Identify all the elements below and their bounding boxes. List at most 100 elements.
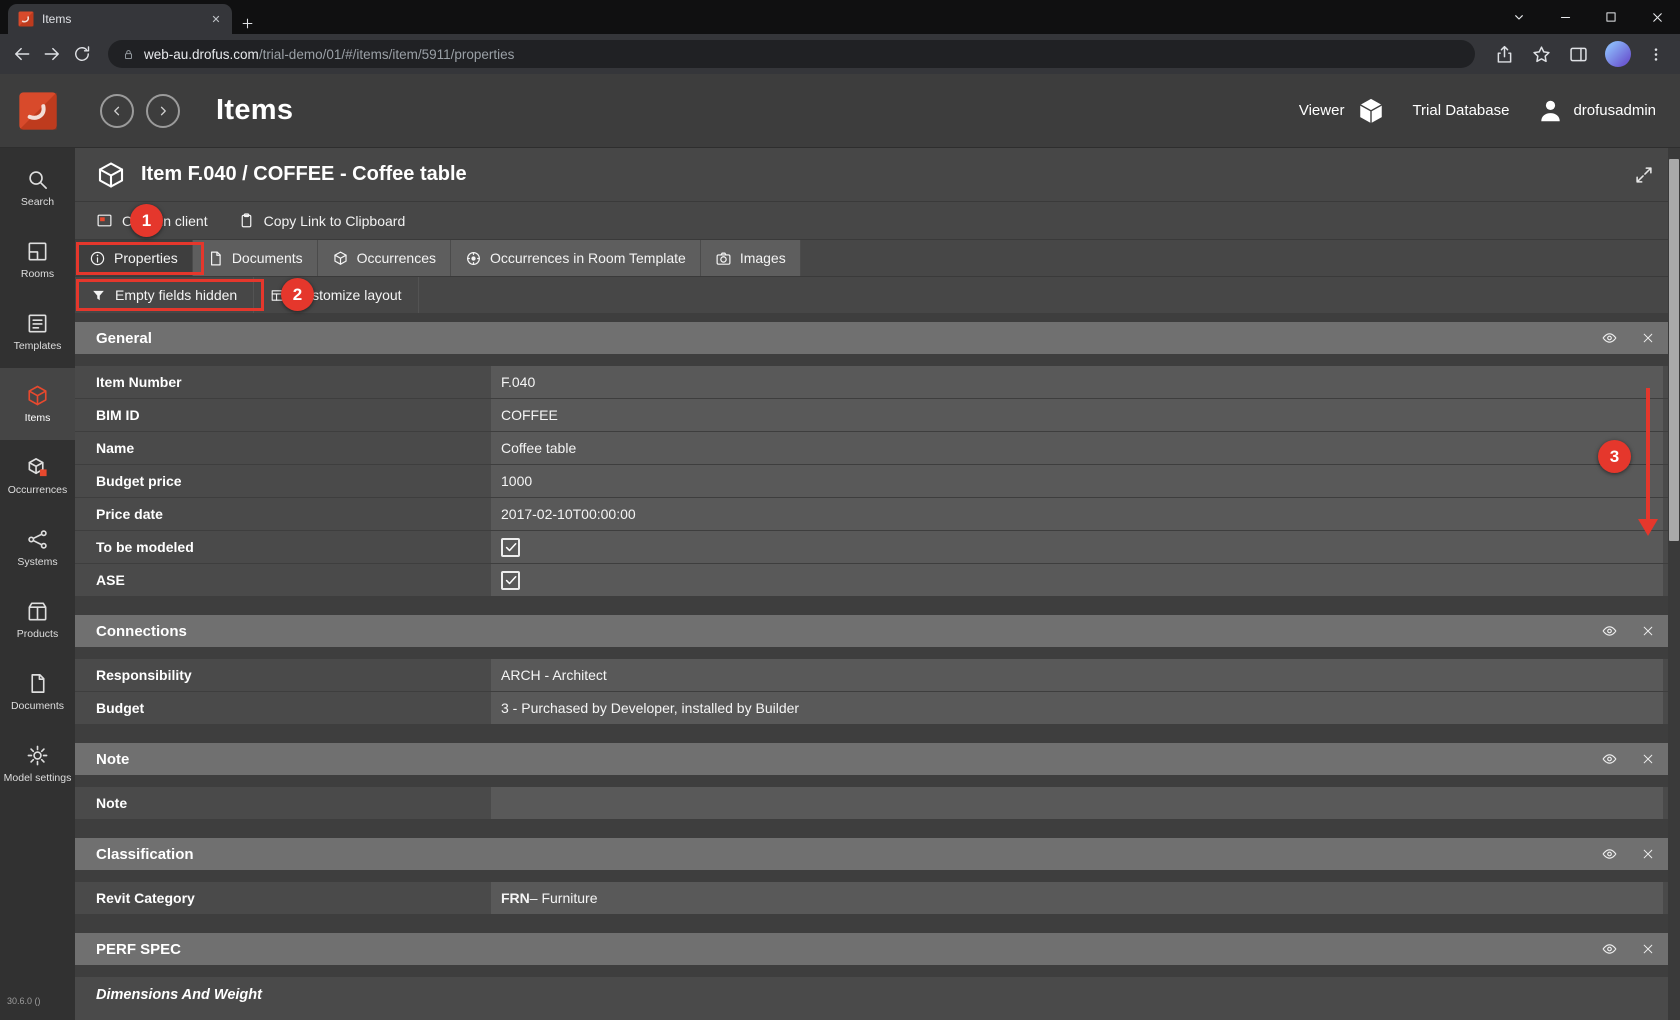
section-general: General Item Number F.040 BIM ID COFFEE … — [75, 322, 1680, 597]
section-title: General — [96, 330, 152, 347]
field-value[interactable]: COFFEE — [491, 399, 1663, 431]
field-label: BIM ID — [75, 407, 491, 423]
field-value[interactable] — [491, 564, 1663, 596]
field-value[interactable] — [491, 787, 1663, 819]
sidebar-item-templates[interactable]: Templates — [0, 296, 75, 368]
section-title: Connections — [96, 623, 187, 640]
tab-title: Items — [42, 12, 200, 26]
field-row-to-be-modeled: To be modeled — [75, 531, 1680, 564]
sidebar-item-systems[interactable]: Systems — [0, 512, 75, 584]
field-value[interactable]: FRN – Furniture — [491, 882, 1663, 914]
eye-icon[interactable] — [1599, 751, 1620, 767]
maximize-button[interactable] — [1588, 0, 1634, 34]
close-section-icon[interactable] — [1641, 942, 1655, 956]
maximize-icon — [1604, 10, 1618, 24]
field-value[interactable]: Coffee table — [491, 432, 1663, 464]
eye-icon[interactable] — [1599, 941, 1620, 957]
close-section-icon[interactable] — [1641, 331, 1655, 345]
sections: General Item Number F.040 BIM ID COFFEE … — [75, 322, 1680, 1020]
sidebar-item-label: Templates — [14, 340, 62, 352]
fullscreen-icon[interactable] — [1633, 164, 1655, 186]
browser-tab[interactable]: Items ✕ — [8, 4, 232, 34]
field-value[interactable]: 2017-02-10T00:00:00 — [491, 498, 1663, 530]
sidebar-item-documents[interactable]: Documents — [0, 656, 75, 728]
section-rows: Responsibility ARCH - Architect Budget 3… — [75, 659, 1680, 725]
tab-images[interactable]: Images — [701, 240, 801, 276]
address-bar[interactable]: web-au.drofus.com/trial-demo/01/#/items/… — [108, 40, 1475, 68]
section-header: Note — [75, 743, 1680, 775]
field-value[interactable]: 1000 — [491, 465, 1663, 497]
field-value[interactable]: 3 - Purchased by Developer, installed by… — [491, 692, 1663, 724]
browser-menu-icon[interactable] — [1647, 44, 1665, 65]
annotation-step-1: 1 — [130, 204, 163, 237]
scrollbar-thumb[interactable] — [1669, 159, 1679, 541]
section-icons — [1599, 846, 1655, 862]
tab-occurrences-in-room-template[interactable]: Occurrences in Room Template — [451, 240, 701, 276]
back-button[interactable] — [10, 42, 34, 66]
rooms-icon — [26, 240, 49, 263]
tab-documents[interactable]: Documents — [193, 240, 318, 276]
database-name[interactable]: Trial Database — [1412, 102, 1509, 119]
section-title: Note — [96, 751, 129, 768]
copy-link-to-clipboard-button[interactable]: Copy Link to Clipboard — [238, 212, 406, 229]
field-label: Budget — [75, 700, 491, 716]
field-row-budget-price: Budget price 1000 — [75, 465, 1680, 498]
checkbox-to-be-modeled[interactable] — [501, 538, 520, 557]
sidebar-item-products[interactable]: Products — [0, 584, 75, 656]
sidebar-item-items[interactable]: Items — [0, 368, 75, 440]
tab-close-icon[interactable]: ✕ — [208, 11, 224, 27]
bookmark-star-icon[interactable] — [1531, 44, 1552, 65]
field-value[interactable]: F.040 — [491, 366, 1663, 398]
annotation-step-3: 3 — [1598, 440, 1631, 473]
username[interactable]: drofusadmin — [1573, 102, 1656, 119]
profile-avatar[interactable] — [1605, 41, 1631, 67]
share-icon[interactable] — [1494, 44, 1515, 65]
viewer-cube-icon[interactable] — [1356, 96, 1386, 126]
close-window-button[interactable] — [1634, 0, 1680, 34]
sidebar-item-label: Occurrences — [8, 484, 68, 496]
tab-occurrences[interactable]: Occurrences — [318, 240, 451, 276]
url-path: /trial-demo/01/#/items/item/5911/propert… — [259, 47, 515, 62]
drofus-logo[interactable] — [18, 91, 58, 131]
sidebar-item-rooms[interactable]: Rooms — [0, 224, 75, 296]
section-icons — [1599, 751, 1655, 767]
field-label: Note — [75, 795, 491, 811]
scrollbar-track[interactable] — [1668, 148, 1680, 1020]
eye-icon[interactable] — [1599, 330, 1620, 346]
app-back-button[interactable] — [100, 94, 134, 128]
field-value[interactable] — [491, 531, 1663, 563]
close-section-icon[interactable] — [1641, 752, 1655, 766]
tab-search-chevron-icon[interactable] — [1496, 0, 1542, 34]
browser-toolbar: web-au.drofus.com/trial-demo/01/#/items/… — [0, 34, 1680, 74]
close-section-icon[interactable] — [1641, 847, 1655, 861]
viewer-menu[interactable]: Viewer — [1299, 102, 1345, 119]
field-value[interactable]: ARCH - Architect — [491, 659, 1663, 691]
close-section-icon[interactable] — [1641, 624, 1655, 638]
annotation-box-properties-tab — [76, 242, 204, 275]
user-icon[interactable] — [1537, 97, 1564, 124]
eye-icon[interactable] — [1599, 846, 1620, 862]
minimize-button[interactable] — [1542, 0, 1588, 34]
screen: Items ✕ web-au.drofus.com/trial-demo/01/… — [0, 0, 1680, 1020]
item-header-bar: Item F.040 / COFFEE - Coffee table — [75, 148, 1680, 202]
customize-layout-button[interactable]: Customize layout — [254, 277, 418, 313]
section-header: Classification — [75, 838, 1680, 870]
field-row-revit-category: Revit Category FRN – Furniture — [75, 882, 1680, 915]
checkbox-ase[interactable] — [501, 571, 520, 590]
sidebar-item-occurrences[interactable]: Occurrences — [0, 440, 75, 512]
sidebar-item-model-settings[interactable]: Model settings — [0, 728, 75, 800]
side-panel-icon[interactable] — [1568, 44, 1589, 65]
field-label: Item Number — [75, 374, 491, 390]
eye-icon[interactable] — [1599, 623, 1620, 639]
sidebar-item-label: Model settings — [4, 772, 72, 784]
reload-button[interactable] — [70, 42, 94, 66]
new-tab-button[interactable] — [240, 16, 255, 31]
section-rows: Dimensions And Weight — [75, 977, 1680, 1020]
forward-button[interactable] — [40, 42, 64, 66]
browser-tabstrip: Items ✕ — [0, 0, 1680, 34]
field-row-budget: Budget 3 - Purchased by Developer, insta… — [75, 692, 1680, 725]
header-right: Viewer Trial Database drofusadmin — [1299, 96, 1656, 126]
lock-icon — [122, 47, 135, 62]
app-forward-button[interactable] — [146, 94, 180, 128]
sidebar-item-search[interactable]: Search — [0, 152, 75, 224]
